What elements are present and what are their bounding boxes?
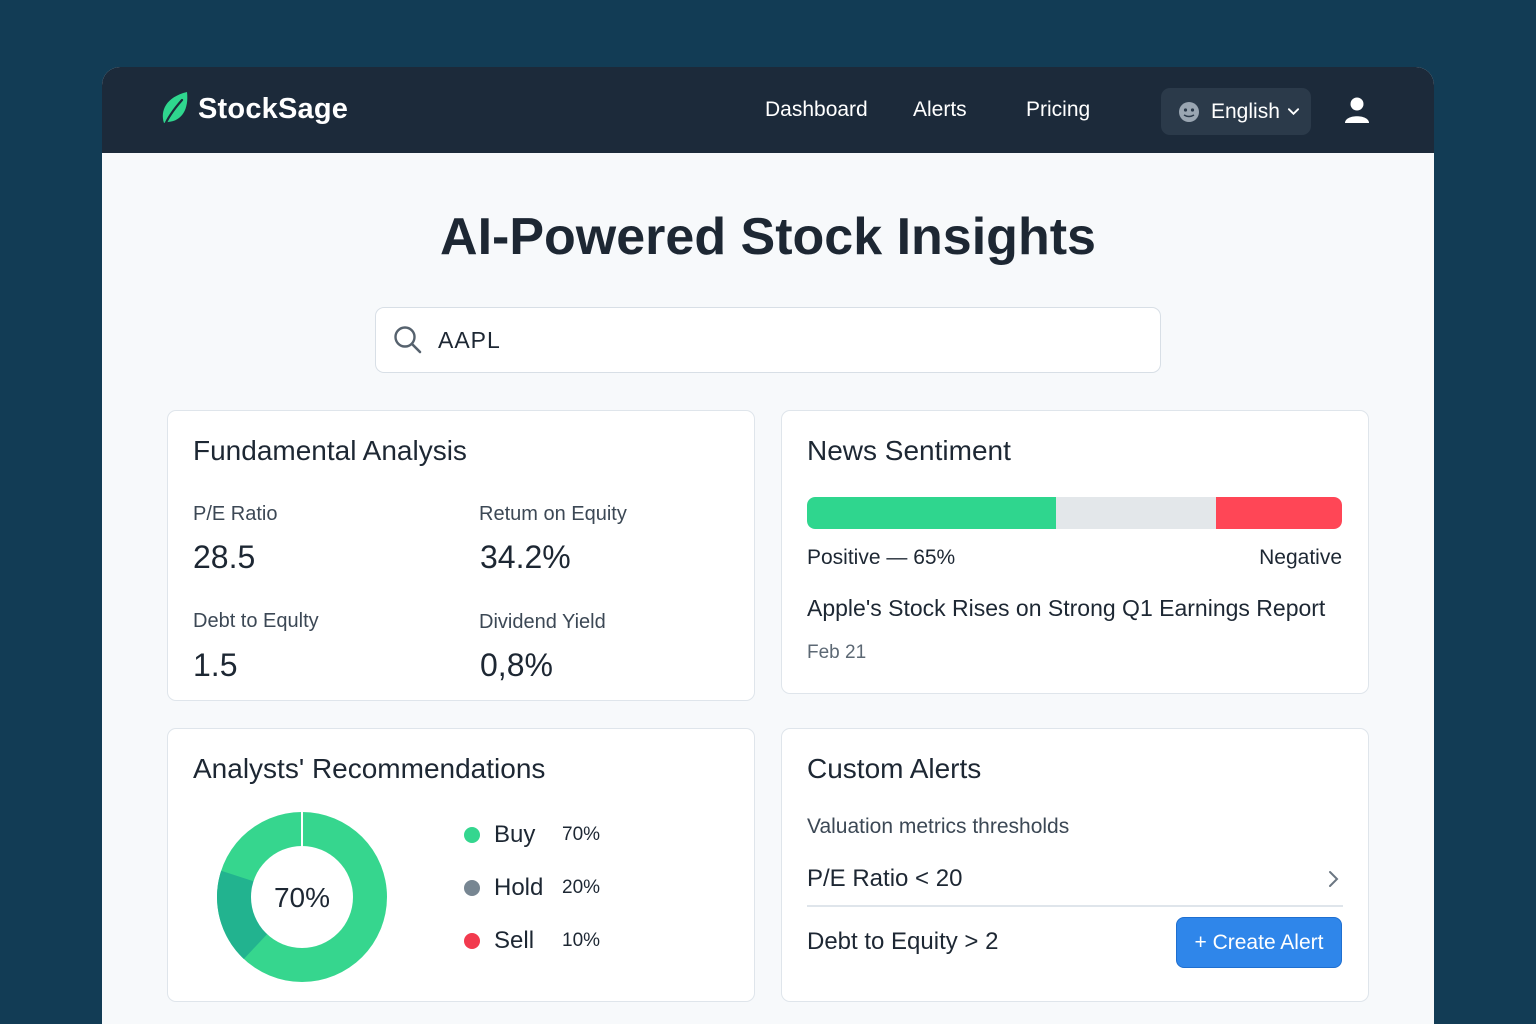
leaf-icon bbox=[162, 92, 188, 129]
sentiment-neutral-segment bbox=[1055, 497, 1217, 529]
user-profile-icon[interactable] bbox=[1342, 95, 1372, 125]
page-title: AI-Powered Stock Insights bbox=[440, 208, 1096, 266]
nav-pricing[interactable]: Pricing bbox=[1026, 98, 1090, 122]
card-title: Custom Alerts bbox=[807, 753, 982, 784]
search-icon bbox=[394, 326, 422, 354]
dividend-yield-label: Dividend Yield bbox=[479, 611, 606, 633]
alert-row-pe[interactable]: P/E Ratio < 20 bbox=[807, 865, 962, 893]
alerts-subtitle: Valuation metrics thresholds bbox=[807, 815, 1070, 838]
hold-dot bbox=[464, 880, 480, 896]
buy-label: Buy bbox=[494, 821, 536, 848]
nav-alerts[interactable]: Alerts bbox=[913, 98, 967, 122]
nav-dashboard[interactable]: Dashboard bbox=[765, 98, 868, 122]
create-alert-button[interactable]: + Create Alert bbox=[1176, 917, 1342, 968]
search-bar[interactable] bbox=[375, 307, 1161, 373]
negative-label: Negative bbox=[1259, 546, 1342, 569]
search-input[interactable] bbox=[438, 326, 1098, 354]
top-navbar: StockSage Dashboard Alerts Pricing Engli… bbox=[102, 67, 1434, 153]
chevron-right-icon[interactable] bbox=[1328, 870, 1340, 888]
analysts-recommendations-card: Analysts' Recommendations 70% Buy 70% Ho… bbox=[167, 728, 755, 1002]
dividend-yield-value: 0,8% bbox=[480, 647, 553, 683]
language-label: English bbox=[1211, 99, 1280, 123]
alert-row-debt[interactable]: Debt to Equity > 2 bbox=[807, 928, 998, 956]
recommendation-donut-chart: 70% bbox=[217, 811, 387, 982]
sentiment-positive-segment bbox=[807, 497, 1056, 529]
card-title: Analysts' Recommendations bbox=[193, 753, 546, 784]
fundamental-analysis-card: Fundamental Analysis P/E Ratio 28.5 Retu… bbox=[167, 410, 755, 701]
chevron-down-icon bbox=[1287, 108, 1299, 116]
legend-hold: Hold 20% bbox=[464, 874, 600, 902]
brand-logo[interactable]: StockSage bbox=[158, 89, 348, 129]
legend-buy: Buy 70% bbox=[464, 821, 600, 849]
sentiment-negative-segment bbox=[1216, 497, 1342, 529]
language-selector[interactable]: English bbox=[1161, 88, 1311, 135]
app-window: StockSage Dashboard Alerts Pricing Engli… bbox=[102, 67, 1434, 1024]
sell-label: Sell bbox=[494, 927, 535, 954]
news-headline[interactable]: Apple's Stock Rises on Strong Q1 Earning… bbox=[807, 595, 1325, 622]
pe-ratio-label: P/E Ratio bbox=[193, 503, 278, 525]
debt-to-equity-value: 1.5 bbox=[193, 647, 238, 683]
donut-center-label: 70% bbox=[274, 882, 330, 913]
roe-value: 34.2% bbox=[480, 539, 571, 575]
legend-sell: Sell 10% bbox=[464, 927, 600, 955]
debt-to-equity-label: Debt to Equlty bbox=[193, 610, 319, 632]
divider bbox=[807, 905, 1343, 907]
card-title: News Sentiment bbox=[807, 435, 1011, 466]
globe-icon bbox=[1179, 101, 1199, 122]
sell-dot bbox=[464, 933, 480, 949]
hold-label: Hold bbox=[494, 874, 544, 901]
news-date: Feb 21 bbox=[807, 642, 867, 663]
sell-pct: 10% bbox=[562, 930, 601, 951]
brand-name: StockSage bbox=[198, 92, 349, 125]
positive-label: Positive — 65% bbox=[807, 546, 956, 569]
roe-label: Retum on Equity bbox=[479, 503, 627, 525]
hold-pct: 20% bbox=[562, 877, 601, 898]
pe-ratio-value: 28.5 bbox=[193, 539, 256, 575]
buy-dot bbox=[464, 827, 480, 843]
news-sentiment-card: News Sentiment Positive — 65% Negative A… bbox=[781, 410, 1369, 694]
custom-alerts-card: Custom Alerts Valuation metrics threshol… bbox=[781, 728, 1369, 1002]
sentiment-bar bbox=[807, 497, 1342, 529]
card-title: Fundamental Analysis bbox=[193, 435, 467, 466]
buy-pct: 70% bbox=[562, 824, 601, 845]
